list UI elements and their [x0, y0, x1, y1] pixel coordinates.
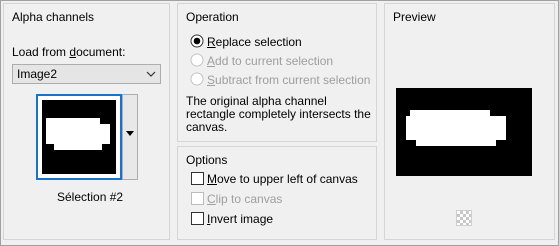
clip-accelerator: C: [207, 192, 216, 206]
replace-selection-radio[interactable]: [190, 34, 204, 48]
subtract-text: ubtract from current selection: [215, 73, 371, 87]
document-select[interactable]: Image2: [12, 64, 161, 84]
selection-preview-image: [396, 88, 532, 176]
channel-name-label: Sélection #2: [57, 190, 124, 204]
move-text: ove to upper left of canvas: [217, 172, 358, 186]
clip-text: lip to canvas: [215, 192, 283, 206]
channel-dropdown-button[interactable]: [122, 94, 138, 180]
channel-preview-image: [42, 100, 116, 174]
subtract-from-selection-radio[interactable]: [190, 72, 204, 86]
operation-title: Operation: [186, 10, 239, 24]
alpha-channels-title: Alpha channels: [12, 10, 95, 24]
add-accelerator: A: [207, 54, 216, 68]
operation-description-line-3: canvas.: [186, 120, 228, 134]
replace-accelerator: R: [207, 35, 216, 49]
triangle-down-icon: [126, 131, 134, 136]
invert-image-label[interactable]: Invert image: [207, 212, 273, 226]
invert-image-checkbox[interactable]: [191, 212, 204, 225]
add-to-selection-radio[interactable]: [190, 53, 204, 67]
chevron-down-icon: [146, 71, 156, 77]
load-from-text-pre: Load from: [12, 45, 70, 59]
add-text: dd to current selection: [215, 54, 334, 68]
preview-title: Preview: [393, 10, 436, 24]
subtract-from-selection-label[interactable]: Subtract from current selection: [207, 73, 370, 87]
document-select-value: Image2: [17, 67, 58, 81]
move-to-upper-left-label[interactable]: Move to upper left of canvas: [207, 172, 358, 186]
operation-description-line-2: rectangle completely intersects the: [186, 107, 371, 121]
operation-description-line-1: The original alpha channel: [186, 94, 327, 108]
clip-to-canvas-checkbox[interactable]: [191, 192, 204, 205]
load-from-document-label: Load from document:: [12, 45, 125, 59]
transparency-toggle-icon[interactable]: [456, 210, 472, 226]
invert-text: nvert image: [210, 212, 274, 226]
channel-thumbnail[interactable]: [36, 94, 122, 180]
subtract-accelerator: S: [207, 73, 216, 87]
load-from-text-post: ocument:: [76, 45, 126, 59]
replace-selection-label[interactable]: Replace selection: [207, 35, 302, 49]
add-to-selection-label[interactable]: Add to current selection: [207, 54, 333, 68]
clip-to-canvas-label[interactable]: Clip to canvas: [207, 192, 282, 206]
options-title: Options: [186, 153, 228, 167]
replace-text: eplace selection: [215, 35, 302, 49]
move-accelerator: M: [207, 172, 217, 186]
move-to-upper-left-checkbox[interactable]: [191, 172, 204, 185]
